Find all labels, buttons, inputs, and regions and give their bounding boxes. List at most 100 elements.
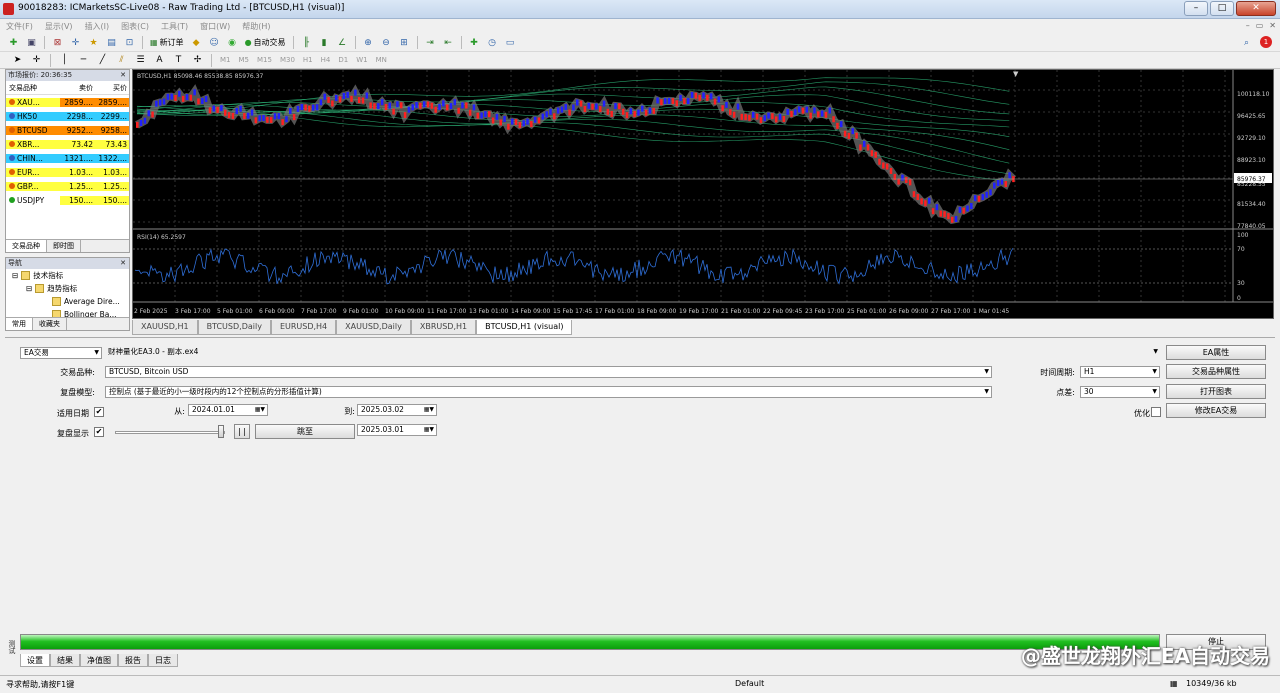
- notifications-icon[interactable]: 1: [1260, 36, 1272, 48]
- terminal-icon[interactable]: ▤: [104, 36, 119, 50]
- candles-icon[interactable]: ▮: [317, 36, 332, 50]
- indicators-icon[interactable]: ✚: [467, 36, 482, 50]
- menu-insert[interactable]: 插入(I): [79, 21, 116, 32]
- menu-file[interactable]: 文件(F): [0, 21, 39, 32]
- chart-shift-icon[interactable]: ⇤: [441, 36, 456, 50]
- periods-icon[interactable]: ◷: [485, 36, 500, 50]
- jump-date-input[interactable]: 2025.03.01 ▦▼: [357, 424, 437, 436]
- timeframe-m5[interactable]: M5: [237, 56, 252, 64]
- menu-charts[interactable]: 图表(C): [115, 21, 155, 32]
- tab-settings[interactable]: 设置: [20, 654, 50, 667]
- close-icon[interactable]: ✕: [120, 258, 126, 269]
- from-date-input[interactable]: 2024.01.01 ▦▼: [188, 404, 268, 416]
- to-date-input[interactable]: 2025.03.02 ▦▼: [357, 404, 437, 416]
- tile-windows-icon[interactable]: ⊞: [397, 36, 412, 50]
- menu-tools[interactable]: 工具(T): [155, 21, 194, 32]
- chart-tab-xauusd-h1[interactable]: XAUUSD,H1: [132, 320, 198, 335]
- open-chart-button[interactable]: 打开图表: [1166, 384, 1266, 399]
- ea-properties-button[interactable]: EA属性: [1166, 345, 1266, 360]
- list-item[interactable]: USDJPY 150.... 150....: [6, 193, 129, 207]
- speed-slider-track[interactable]: [115, 431, 225, 434]
- timeframe-w1[interactable]: W1: [354, 56, 369, 64]
- speed-slider-thumb[interactable]: [218, 425, 224, 438]
- menu-view[interactable]: 显示(V): [39, 21, 79, 32]
- period-select[interactable]: H1 ▼: [1080, 366, 1160, 378]
- pause-button[interactable]: | |: [234, 424, 250, 439]
- price-chart[interactable]: BTCUSD,H1 85098.46 85538.85 85976.37 RSI(…: [132, 69, 1274, 319]
- modify-ea-button[interactable]: 修改EA交易: [1166, 403, 1266, 418]
- bar-chart-icon[interactable]: ╟: [299, 36, 314, 50]
- channel-icon[interactable]: ⫽: [114, 53, 129, 67]
- new-order-button[interactable]: ▦ 新订单: [148, 37, 186, 48]
- zoom-out-icon[interactable]: ⊖: [379, 36, 394, 50]
- ea-file-select[interactable]: 财神量化EA3.0 - 副本.ex4 ▼: [105, 347, 1160, 359]
- horizontal-line-icon[interactable]: ─: [76, 53, 91, 67]
- accounts-icon[interactable]: ☺: [207, 36, 222, 50]
- metaeditor-icon[interactable]: ◆: [189, 36, 204, 50]
- timeframe-h1[interactable]: H1: [301, 56, 315, 64]
- header-ask[interactable]: 买价: [95, 83, 129, 93]
- zoom-in-icon[interactable]: ⊕: [361, 36, 376, 50]
- menu-help[interactable]: 帮助(H): [236, 21, 276, 32]
- maximize-button[interactable]: □: [1210, 1, 1234, 16]
- list-item[interactable]: XAU... 2859.... 2859....: [6, 95, 129, 109]
- tester-mode-select[interactable]: EA交易 ▼: [20, 347, 102, 359]
- signals-icon[interactable]: ◉: [225, 36, 240, 50]
- chart-tab-btcusd-visual[interactable]: BTCUSD,H1 (visual): [476, 320, 573, 335]
- tab-report[interactable]: 报告: [118, 654, 148, 667]
- tab-common[interactable]: 常用: [6, 318, 33, 330]
- autoscroll-icon[interactable]: ⇥: [423, 36, 438, 50]
- profiles-icon[interactable]: ▣: [24, 36, 39, 50]
- tab-journal[interactable]: 日志: [148, 654, 178, 667]
- trendline-icon[interactable]: ╱: [95, 53, 110, 67]
- list-item[interactable]: BTCUSD 9252... 9258...: [6, 123, 129, 137]
- arrows-icon[interactable]: ✢: [190, 53, 205, 67]
- list-item[interactable]: HK50 2298... 2299...: [6, 109, 129, 123]
- nav-item-indicators[interactable]: ⊟ 技术指标: [6, 269, 129, 282]
- list-item[interactable]: CHIN... 1321.... 1322....: [6, 151, 129, 165]
- close-icon[interactable]: ✕: [120, 70, 126, 81]
- label-icon[interactable]: T: [171, 53, 186, 67]
- chart-tab-xauusd-daily[interactable]: XAUUSD,Daily: [336, 320, 411, 335]
- nav-item-trend[interactable]: ⊟ 趋势指标: [6, 282, 129, 295]
- symbol-select[interactable]: BTCUSD, Bitcoin USD ▼: [105, 366, 992, 378]
- navigator-icon[interactable]: ★: [86, 36, 101, 50]
- data-window-icon[interactable]: ✛: [68, 36, 83, 50]
- mdi-minimize-button[interactable]: –: [1246, 21, 1250, 30]
- minimize-button[interactable]: –: [1184, 1, 1208, 16]
- fibonacci-icon[interactable]: ☰: [133, 53, 148, 67]
- auto-trade-button[interactable]: ● 自动交易: [243, 37, 288, 48]
- menu-window[interactable]: 窗口(W): [194, 21, 236, 32]
- symbol-properties-button[interactable]: 交易品种属性: [1166, 364, 1266, 379]
- line-chart-icon[interactable]: ∠: [335, 36, 350, 50]
- close-button[interactable]: ✕: [1236, 1, 1276, 16]
- tab-tick-chart[interactable]: 即时图: [47, 240, 81, 252]
- model-select[interactable]: 控制点 (基于最近的小一级时段内的12个控制点的分形插值计算) ▼: [105, 386, 992, 398]
- timeframe-d1[interactable]: D1: [336, 56, 350, 64]
- tab-results[interactable]: 结果: [50, 654, 80, 667]
- optimize-checkbox[interactable]: [1151, 407, 1161, 417]
- chart-tab-btcusd-daily[interactable]: BTCUSD,Daily: [197, 320, 271, 335]
- list-item[interactable]: GBP... 1.25... 1.25...: [6, 179, 129, 193]
- mdi-restore-button[interactable]: ▭: [1256, 21, 1264, 30]
- cursor-icon[interactable]: ➤: [10, 53, 25, 67]
- nav-item-adx[interactable]: Average Dire...: [6, 295, 129, 308]
- timeframe-m15[interactable]: M15: [255, 56, 274, 64]
- jump-to-button[interactable]: 跳至: [255, 424, 355, 439]
- crosshair-icon[interactable]: ✛: [29, 53, 44, 67]
- header-symbol[interactable]: 交易品种: [6, 83, 60, 93]
- tester-icon[interactable]: ⊡: [122, 36, 137, 50]
- market-watch-icon[interactable]: ⊠: [50, 36, 65, 50]
- list-item[interactable]: XBR... 73.42 73.43: [6, 137, 129, 151]
- timeframe-h4[interactable]: H4: [319, 56, 333, 64]
- templates-icon[interactable]: ▭: [503, 36, 518, 50]
- tab-symbols[interactable]: 交易品种: [6, 240, 47, 252]
- tab-favorites[interactable]: 收藏夹: [33, 318, 67, 330]
- tab-graph[interactable]: 净值图: [80, 654, 118, 667]
- search-icon[interactable]: ⌕: [1239, 36, 1254, 50]
- new-chart-icon[interactable]: ✚: [6, 36, 21, 50]
- visual-mode-checkbox[interactable]: ✔: [94, 427, 104, 437]
- timeframe-m1[interactable]: M1: [218, 56, 233, 64]
- chart-tab-xbrusd-h1[interactable]: XBRUSD,H1: [410, 320, 477, 335]
- chart-tab-eurusd-h4[interactable]: EURUSD,H4: [270, 320, 337, 335]
